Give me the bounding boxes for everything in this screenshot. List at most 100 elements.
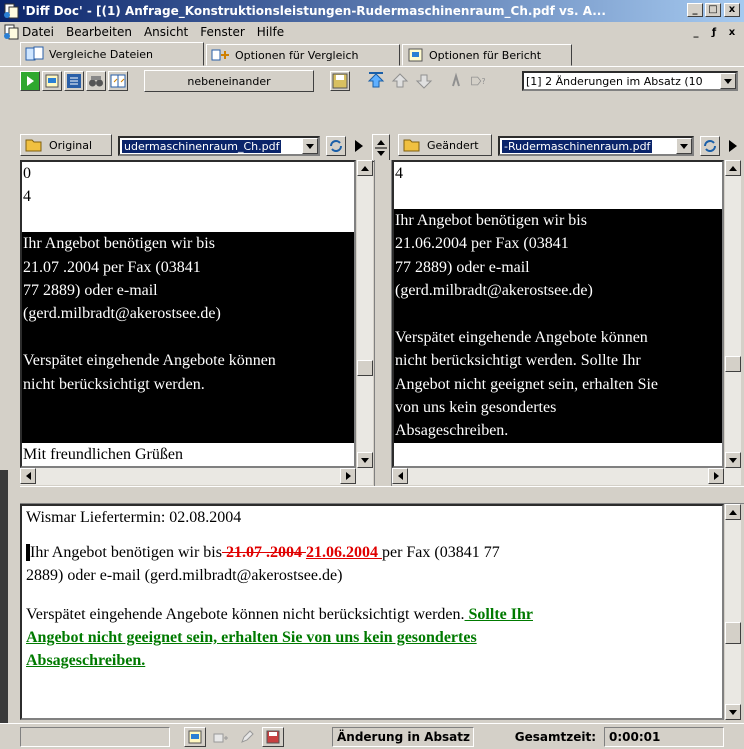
scroll-right-icon[interactable] [340, 468, 356, 484]
original-line [22, 419, 354, 443]
view-mode-button[interactable]: nebeneinander [144, 70, 314, 92]
changed-vscrollbar[interactable] [724, 160, 741, 468]
play-right-icon[interactable] [728, 140, 738, 155]
changed-line [394, 185, 722, 208]
tab-vergleiche-dateien[interactable]: Vergleiche Dateien [20, 42, 204, 66]
original-line-text: nicht berücksichtigt werden. [23, 375, 205, 393]
prev-change-button[interactable] [390, 71, 410, 91]
split-arrows-icon [375, 140, 387, 156]
folder-open-icon [403, 139, 420, 152]
first-change-button[interactable] [366, 71, 386, 91]
mdi-restore-button[interactable]: ƒ [706, 25, 722, 39]
report-icon [188, 730, 202, 744]
original-file-select[interactable]: udermaschinenraum_Ch.pdf [118, 136, 320, 156]
folder-open-icon [25, 139, 42, 152]
scroll-down-icon[interactable] [725, 452, 741, 468]
scroll-left-icon[interactable] [392, 468, 408, 484]
status-report-button[interactable] [184, 727, 206, 747]
minimize-button[interactable]: _ [687, 3, 703, 17]
list-button[interactable] [64, 71, 84, 91]
changed-line-text: 4 [395, 165, 403, 182]
scroll-up-icon[interactable] [357, 160, 373, 176]
comparison-report-pane[interactable]: Wismar Liefertermin: 02.08.2004 Ihr Ange… [20, 504, 724, 720]
scroll-up-icon[interactable] [725, 160, 741, 176]
added-text: Absageschreiben. [26, 652, 146, 669]
save-icon [332, 73, 348, 89]
changed-label: Geändert [427, 138, 479, 152]
changed-text-pane[interactable]: 4 Ihr Angebot benötigen wir bis 21.06.2004… [392, 160, 724, 468]
tab-optionen-vergleich[interactable]: Optionen für Vergleich [206, 44, 400, 66]
report-vscroll-thumb[interactable] [725, 622, 741, 644]
mdi-minimize-button[interactable]: _ [688, 25, 704, 39]
report-vscrollbar[interactable] [724, 504, 741, 720]
menu-hilfe[interactable]: Hilfe [257, 25, 284, 39]
chevron-down-icon[interactable] [676, 138, 692, 154]
changed-line: Angebot nicht geeignet sein, erhalten Si… [394, 372, 722, 396]
report-paragraph-late: Verspätet eingehende Angebote können nic… [26, 603, 718, 626]
tab-label: Optionen für Vergleich [235, 48, 359, 62]
vertical-splitter[interactable] [374, 160, 392, 486]
first-change-icon [367, 72, 385, 88]
scroll-down-icon[interactable] [357, 452, 373, 468]
compare-options-icon [211, 49, 229, 61]
report-icon [45, 74, 59, 88]
tab-optionen-bericht[interactable]: Optionen für Bericht [402, 44, 572, 66]
side-by-side-button[interactable] [108, 71, 128, 91]
original-text-pane[interactable]: 0 4 Ihr Angebot benötigen wir bis 21.07 .20… [20, 160, 356, 468]
maximize-button[interactable]: □ [705, 3, 721, 17]
scroll-up-icon[interactable] [725, 504, 741, 520]
original-file-button[interactable]: Original [20, 134, 112, 156]
reload-icon [330, 140, 342, 152]
pane-split-toggle[interactable] [372, 134, 390, 162]
scroll-right-icon[interactable] [708, 468, 724, 484]
original-line: Ihr Angebot benötigen wir bis [22, 232, 354, 256]
menu-bearbeiten[interactable]: Bearbeiten [66, 25, 132, 39]
changed-line: Ihr Angebot benötigen wir bis [394, 208, 722, 233]
report-text: per Fax (03841 77 [381, 544, 500, 561]
menu-fenster[interactable]: Fenster [200, 25, 245, 39]
inserted-text: 21.06.2004 [305, 544, 382, 561]
jump-button[interactable]: ? [470, 71, 490, 91]
original-line-text: 77 2889) oder e-mail [23, 281, 158, 299]
last-change-button[interactable] [446, 71, 466, 91]
find-button[interactable] [86, 71, 106, 91]
changed-reload-button[interactable] [700, 136, 720, 156]
document-window-icon[interactable] [3, 24, 19, 40]
chevron-down-icon[interactable] [720, 73, 736, 89]
mdi-close-button[interactable]: x [724, 25, 740, 39]
scroll-down-icon[interactable] [725, 704, 741, 720]
tab-strip: Vergleiche Dateien Optionen für Vergleic… [0, 42, 744, 66]
original-hscrollbar[interactable] [20, 468, 373, 485]
original-line-text: Ihr Angebot benötigen wir bis [23, 235, 215, 253]
horizontal-splitter[interactable] [20, 486, 744, 504]
change-selector[interactable]: [1] 2 Änderungen im Absatz (10 [522, 71, 738, 91]
changed-file-select[interactable]: -Rudermaschinenraum.pdf [498, 136, 694, 156]
chevron-down-icon[interactable] [302, 138, 318, 154]
scroll-left-icon[interactable] [20, 468, 36, 484]
toolbar: nebeneinander ? [1] 2 Änderungen im Absa… [0, 66, 744, 94]
save-button[interactable] [330, 71, 350, 91]
changed-file-button[interactable]: Geändert [398, 134, 492, 156]
run-compare-button[interactable] [20, 71, 40, 91]
changed-vscroll-thumb[interactable] [725, 356, 741, 372]
original-line: 77 2889) oder e-mail [22, 278, 354, 303]
next-change-button[interactable] [414, 71, 434, 91]
changed-hscrollbar[interactable] [392, 468, 741, 485]
changed-line: 4 [394, 162, 722, 185]
status-save-button[interactable] [262, 727, 284, 747]
original-vscrollbar[interactable] [356, 160, 373, 468]
status-edit-button[interactable] [236, 727, 258, 747]
original-reload-button[interactable] [326, 136, 346, 156]
report-options-icon [408, 48, 423, 62]
edit-icon [241, 730, 254, 743]
menu-ansicht[interactable]: Ansicht [144, 25, 188, 39]
original-line-text: Mit freundlichen Grüßen [23, 445, 183, 463]
status-copy-button[interactable] [210, 727, 232, 747]
menu-datei[interactable]: Datei [22, 25, 54, 39]
report-button[interactable] [42, 71, 62, 91]
changed-line-text: Verspätet eingehende Angebote können [395, 328, 648, 346]
play-right-icon[interactable] [354, 140, 364, 155]
close-button[interactable]: x [724, 3, 740, 17]
status-panel-empty [20, 727, 170, 747]
original-vscroll-thumb[interactable] [357, 360, 373, 376]
